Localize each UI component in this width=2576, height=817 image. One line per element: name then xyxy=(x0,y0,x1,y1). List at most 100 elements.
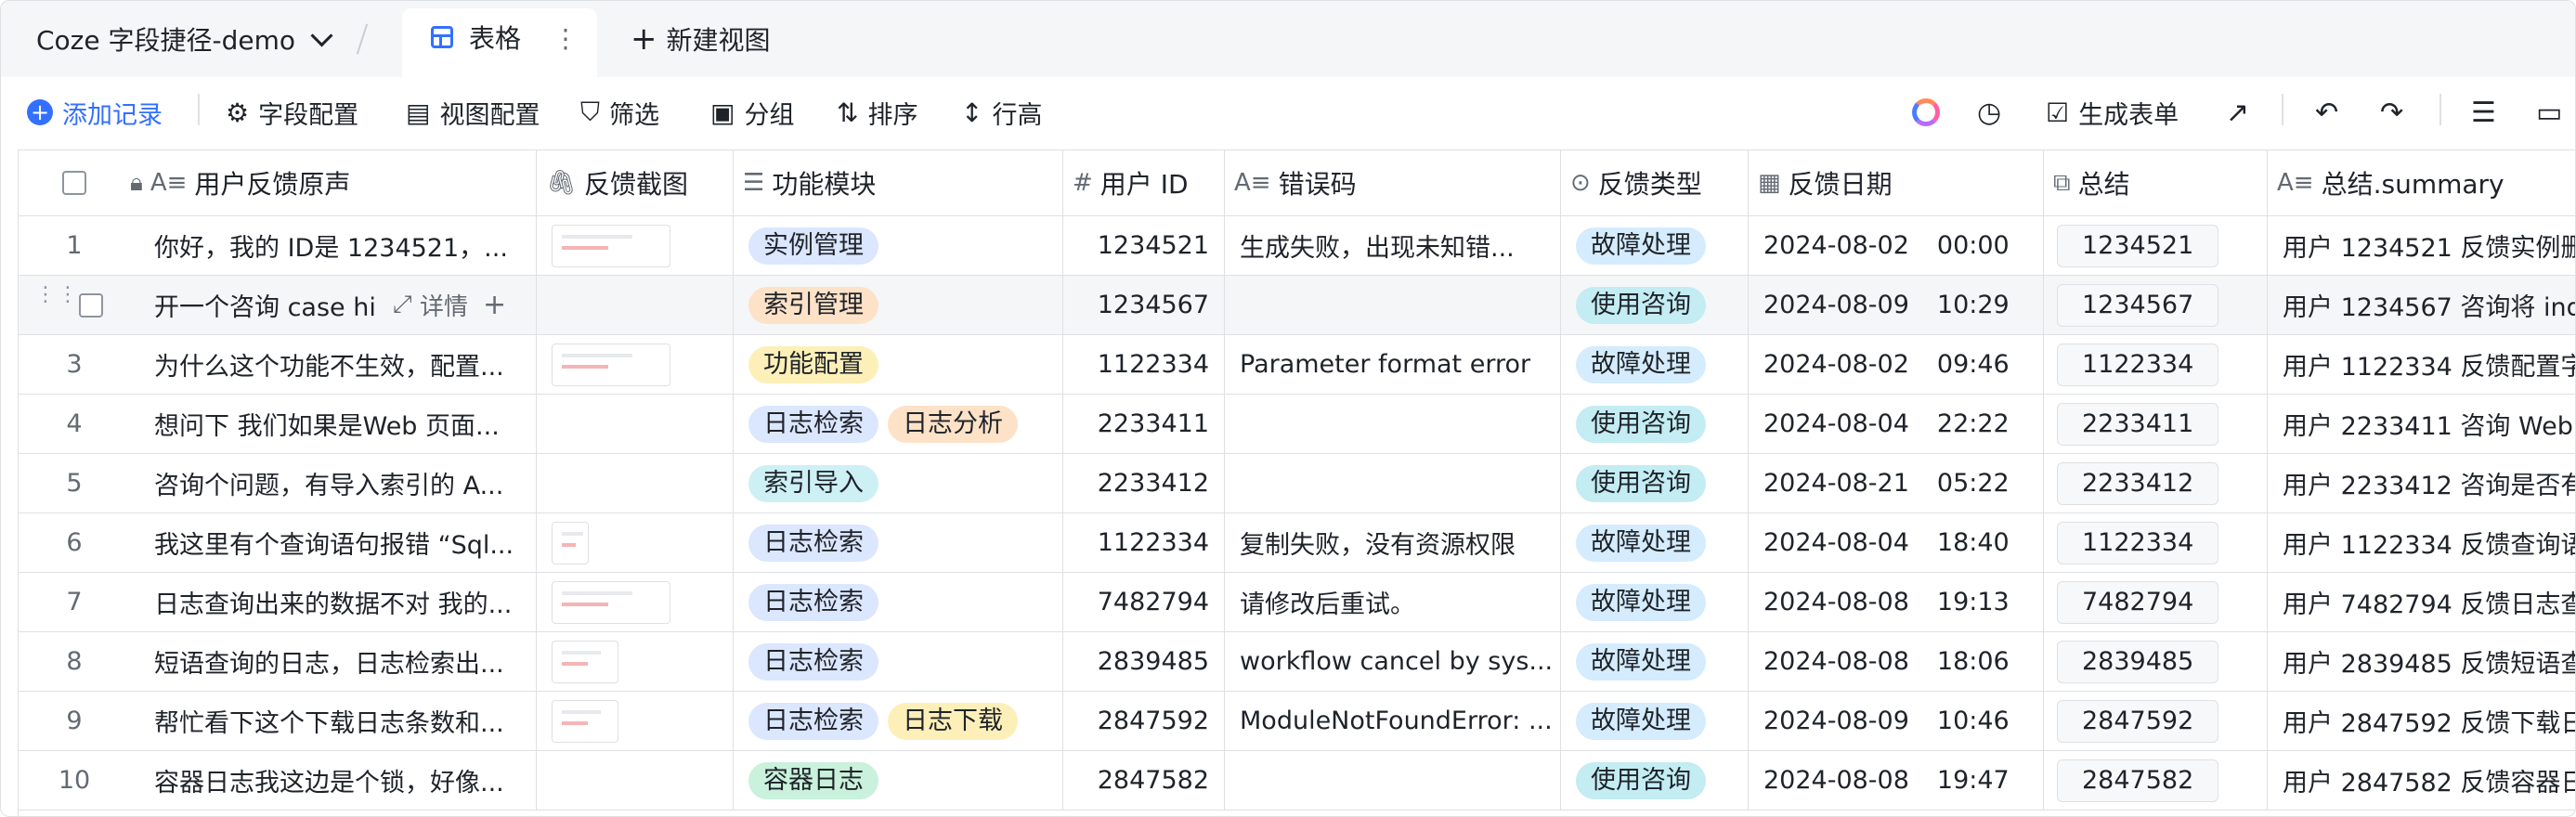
error-code-cell[interactable] xyxy=(1225,395,1561,453)
error-code-cell[interactable]: 复制失败，没有资源权限 xyxy=(1225,513,1561,572)
feedback-cell[interactable]: 容器日志我这边是个锁，好像... xyxy=(130,751,537,810)
date-cell[interactable]: 2024-08-08 18:06 xyxy=(1749,632,2044,691)
screenshot-cell[interactable] xyxy=(537,513,734,572)
date-cell[interactable]: 2024-08-02 09:46 xyxy=(1749,335,2044,394)
error-code-cell[interactable] xyxy=(1225,454,1561,512)
screenshot-cell[interactable] xyxy=(537,395,734,453)
table-row[interactable]: 1 你好，我的 ID是 1234521，... 实例管理 1234521 生成失败，出现… xyxy=(19,216,2575,276)
doc-title-dropdown[interactable]: Coze 字段捷径-demo xyxy=(36,19,333,58)
feedback-type-cell[interactable]: 使用咨询 xyxy=(1561,454,1749,512)
feedback-type-cell[interactable]: 故障处理 xyxy=(1561,692,1749,750)
date-cell[interactable]: 2024-08-09 10:29 xyxy=(1749,276,2044,334)
ai-assistant-button[interactable] xyxy=(1912,92,1940,133)
user-id-cell[interactable]: 2839485 xyxy=(1063,632,1225,691)
table-row[interactable]: 6 我这里有个查询语句报错 “Sql... 日志检索 1122334 复制失败，没有资源… xyxy=(19,513,2575,573)
module-cell[interactable]: 索引导入 xyxy=(734,454,1063,512)
select-all-checkbox[interactable] xyxy=(62,171,86,195)
error-code-cell[interactable] xyxy=(1225,276,1561,334)
summary-cell[interactable]: 2839485 xyxy=(2044,632,2268,691)
search-records-button[interactable]: ☰ xyxy=(2471,92,2496,133)
date-cell[interactable]: 2024-08-21 05:22 xyxy=(1749,454,2044,512)
module-cell[interactable]: 日志检索 日志分析 xyxy=(734,395,1063,453)
module-cell[interactable]: 日志检索 xyxy=(734,573,1063,631)
summary-cell[interactable]: 1234567 xyxy=(2044,276,2268,334)
summary-cell[interactable]: 2847582 xyxy=(2044,751,2268,810)
user-id-cell[interactable]: 1234521 xyxy=(1063,216,1225,275)
module-cell[interactable]: 索引管理 xyxy=(734,276,1063,334)
table-row[interactable]: 7 日志查询出来的数据不对 我的... 日志检索 7482794 请修改后重试。 故障处理… xyxy=(19,573,2575,632)
sort-button[interactable]: ⇅ 排序 xyxy=(837,92,917,133)
feedback-type-cell[interactable]: 故障处理 xyxy=(1561,632,1749,691)
table-row[interactable]: 9 帮忙看下这个下载日志条数和... 日志检索 日志下载 2847592 ModuleNo… xyxy=(19,692,2575,751)
feedback-type-cell[interactable]: 使用咨询 xyxy=(1561,395,1749,453)
feedback-cell[interactable]: 想问下 我们如果是Web 页面... xyxy=(130,395,537,453)
user-id-cell[interactable]: 1234567 xyxy=(1063,276,1225,334)
feedback-type-cell[interactable]: 故障处理 xyxy=(1561,513,1749,572)
group-button[interactable]: ▣ 分组 xyxy=(710,92,794,133)
date-cell[interactable]: 2024-08-04 22:22 xyxy=(1749,395,2044,453)
user-id-cell[interactable]: 1122334 xyxy=(1063,335,1225,394)
screenshot-cell[interactable] xyxy=(537,573,734,631)
module-cell[interactable]: 容器日志 xyxy=(734,751,1063,810)
error-code-cell[interactable]: ModuleNotFoundError: ... xyxy=(1225,692,1561,750)
column-header-error-code[interactable]: A≡ 错误码 xyxy=(1225,150,1561,215)
screenshot-cell[interactable] xyxy=(537,632,734,691)
column-header-user-id[interactable]: # 用户 ID xyxy=(1063,150,1225,215)
feedback-type-cell[interactable]: 故障处理 xyxy=(1561,216,1749,275)
table-row[interactable]: 3 为什么这个功能不生效，配置... 功能配置 1122334 Parameter fo… xyxy=(19,335,2575,395)
add-record-button[interactable]: + 添加记录 xyxy=(27,92,163,133)
summary-text-cell[interactable]: 用户 1234521 反馈实例删除 xyxy=(2268,216,2575,275)
feedback-cell[interactable]: 开一个咨询 case hi ⤢ 详情 + xyxy=(130,276,537,334)
user-id-cell[interactable]: 2233411 xyxy=(1063,395,1225,453)
summary-cell[interactable]: 2233411 xyxy=(2044,395,2268,453)
feedback-cell[interactable]: 日志查询出来的数据不对 我的... xyxy=(130,573,537,631)
view-config-button[interactable]: ▤ 视图配置 xyxy=(406,92,540,133)
screenshot-cell[interactable] xyxy=(537,454,734,512)
user-id-cell[interactable]: 2233412 xyxy=(1063,454,1225,512)
table-row[interactable]: ⋮⋮ 开一个咨询 case hi ⤢ 详情 + 索引管理 1234567 使用咨询 2024-… xyxy=(19,276,2575,335)
summary-cell[interactable]: 2233412 xyxy=(2044,454,2268,512)
user-id-cell[interactable]: 2847592 xyxy=(1063,692,1225,750)
error-code-cell[interactable] xyxy=(1225,751,1561,810)
row-height-button[interactable]: ↕ 行高 xyxy=(961,92,1042,133)
screenshot-cell[interactable] xyxy=(537,216,734,275)
module-cell[interactable]: 日志检索 xyxy=(734,513,1063,572)
redo-button[interactable]: ↷ xyxy=(2380,92,2403,133)
summary-text-cell[interactable]: 用户 2233412 咨询是否有导 xyxy=(2268,454,2575,512)
feedback-type-cell[interactable]: 故障处理 xyxy=(1561,335,1749,394)
generate-form-button[interactable]: ☑ 生成表单 xyxy=(2046,92,2179,133)
summary-text-cell[interactable]: 用户 1122334 反馈查询语句 xyxy=(2268,513,2575,572)
error-code-cell[interactable]: Parameter format error xyxy=(1225,335,1561,394)
screenshot-thumbnail[interactable] xyxy=(552,521,589,564)
summary-cell[interactable]: 1122334 xyxy=(2044,335,2268,394)
module-cell[interactable]: 日志检索 日志下载 xyxy=(734,692,1063,750)
more-vertical-icon[interactable]: ⋮ xyxy=(553,19,579,58)
share-button[interactable]: ↗ xyxy=(2226,92,2249,133)
field-config-button[interactable]: ⚙ 字段配置 xyxy=(226,92,358,133)
screenshot-thumbnail[interactable] xyxy=(552,343,670,386)
screenshot-thumbnail[interactable] xyxy=(552,640,618,683)
feedback-type-cell[interactable]: 使用咨询 xyxy=(1561,276,1749,334)
feedback-type-cell[interactable]: 故障处理 xyxy=(1561,573,1749,631)
screenshot-cell[interactable] xyxy=(537,276,734,334)
expand-record-button[interactable]: ⤢ 详情 xyxy=(393,288,468,322)
user-id-cell[interactable]: 2847582 xyxy=(1063,751,1225,810)
column-header-feedback[interactable]: 🔒︎ A≡ 用户反馈原声 xyxy=(130,150,537,215)
user-id-cell[interactable]: 1122334 xyxy=(1063,513,1225,572)
undo-button[interactable]: ↶ xyxy=(2315,92,2338,133)
summary-cell[interactable]: 1122334 xyxy=(2044,513,2268,572)
table-row[interactable]: 10 容器日志我这边是个锁，好像... 容器日志 2847582 使用咨询 2024-08… xyxy=(19,751,2575,811)
summary-cell[interactable]: 2847592 xyxy=(2044,692,2268,750)
date-cell[interactable]: 2024-08-08 19:47 xyxy=(1749,751,2044,810)
table-row[interactable]: 4 想问下 我们如果是Web 页面... 日志检索 日志分析 2233411 使用咨询 20… xyxy=(19,395,2575,454)
error-code-cell[interactable]: workflow cancel by sys... xyxy=(1225,632,1561,691)
feedback-cell[interactable]: 短语查询的日志，日志检索出... xyxy=(130,632,537,691)
summary-text-cell[interactable]: 用户 2847592 反馈下载日志 xyxy=(2268,692,2575,750)
date-cell[interactable]: 2024-08-02 00:00 xyxy=(1749,216,2044,275)
column-header-summary[interactable]: ⧉ 总结 xyxy=(2044,150,2268,215)
new-view-button[interactable]: + 新建视图 xyxy=(631,19,771,58)
summary-text-cell[interactable]: 用户 2233411 咨询 Web 页 xyxy=(2268,395,2575,453)
error-code-cell[interactable]: 生成失败，出现未知错... xyxy=(1225,216,1561,275)
table-row[interactable]: 8 短语查询的日志，日志检索出... 日志检索 2839485 workflow can… xyxy=(19,632,2575,692)
feedback-type-cell[interactable]: 使用咨询 xyxy=(1561,751,1749,810)
